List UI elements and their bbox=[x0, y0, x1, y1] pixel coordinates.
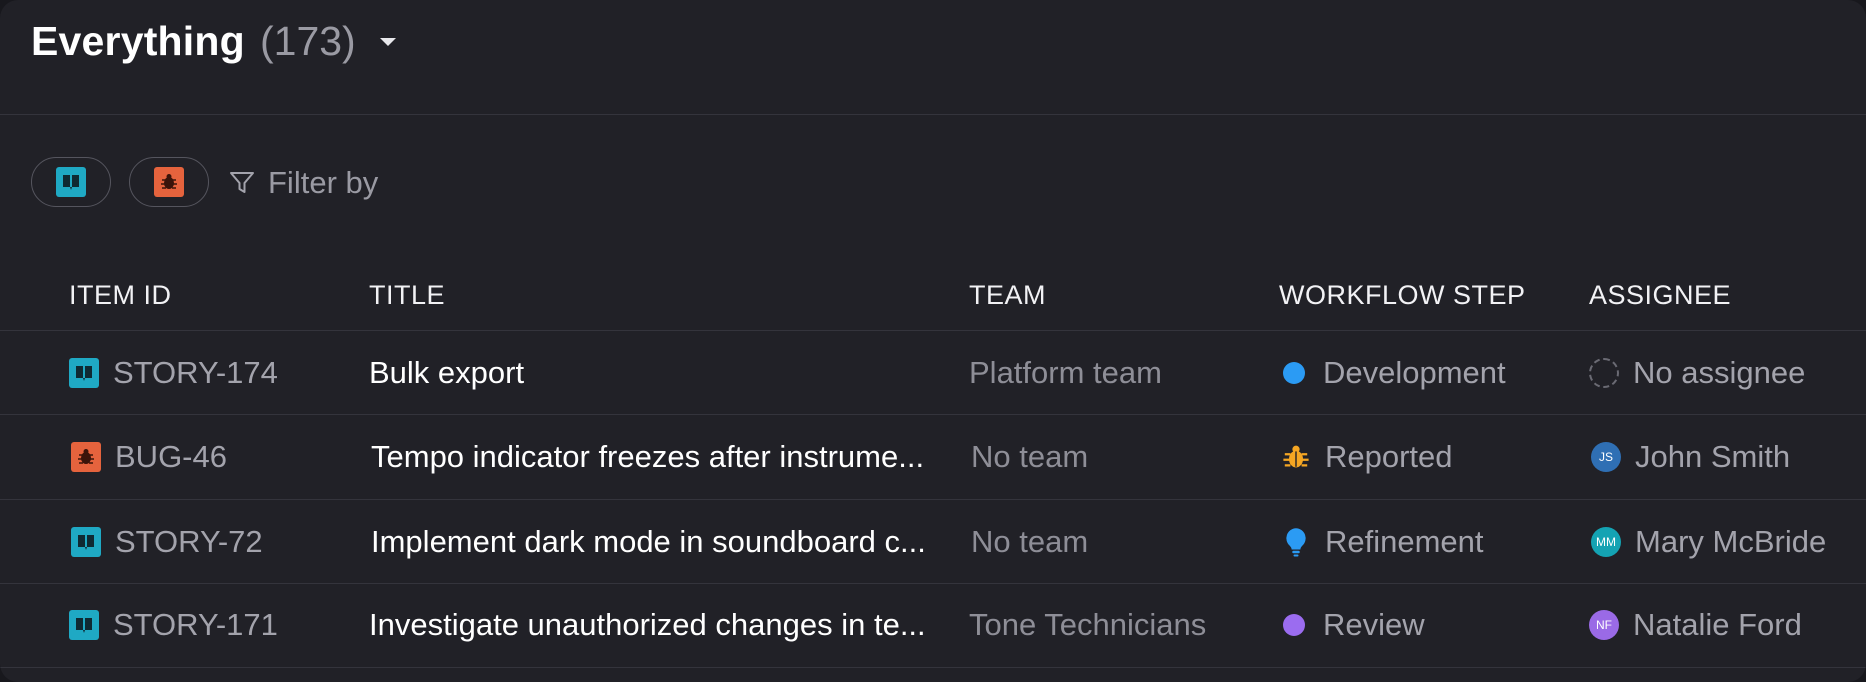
status-dot-icon bbox=[1283, 362, 1305, 384]
story-type-filter-chip[interactable] bbox=[31, 157, 111, 207]
filter-icon bbox=[230, 172, 254, 193]
item-id[interactable]: STORY-174 bbox=[113, 355, 278, 391]
bug-icon bbox=[1281, 442, 1311, 472]
avatar: JS bbox=[1591, 442, 1621, 472]
table-row[interactable]: STORY-171 Investigate unauthorized chang… bbox=[0, 583, 1866, 667]
table-row[interactable]: STORY-72 Implement dark mode in soundboa… bbox=[0, 500, 1866, 584]
bug-type-filter-chip[interactable] bbox=[129, 157, 209, 207]
column-header-assignee[interactable]: ASSIGNEE bbox=[1589, 280, 1731, 311]
item-team: No team bbox=[971, 439, 1089, 474]
divider bbox=[0, 667, 1866, 668]
column-header-title[interactable]: TITLE bbox=[369, 280, 445, 311]
item-title[interactable]: Tempo indicator freezes after instrume..… bbox=[371, 415, 924, 499]
panel-header: Everything (173) bbox=[0, 0, 1866, 115]
story-icon bbox=[69, 610, 99, 640]
workflow-step: Reported bbox=[1325, 439, 1453, 474]
assignee-name[interactable]: John Smith bbox=[1635, 439, 1790, 475]
story-icon bbox=[56, 167, 86, 197]
bug-icon bbox=[154, 167, 184, 197]
assignee-name[interactable]: No assignee bbox=[1633, 355, 1805, 391]
column-header-item-id[interactable]: ITEM ID bbox=[69, 280, 172, 311]
item-title[interactable]: Implement dark mode in soundboard c... bbox=[371, 500, 926, 584]
filter-by-button[interactable]: Filter by bbox=[228, 165, 378, 201]
column-header-workflow-step[interactable]: WORKFLOW STEP bbox=[1279, 280, 1526, 311]
filter-by-label: Filter by bbox=[268, 165, 379, 200]
item-count: (173) bbox=[260, 18, 356, 64]
bug-icon bbox=[71, 442, 101, 472]
item-id[interactable]: STORY-72 bbox=[115, 524, 263, 560]
status-dot-icon bbox=[1283, 614, 1305, 636]
view-title: Everything bbox=[31, 18, 245, 64]
assignee-name[interactable]: Natalie Ford bbox=[1633, 607, 1802, 643]
work-items-panel: Everything (173) Filter by ITEM ID TITLE… bbox=[0, 0, 1866, 682]
assignee-name[interactable]: Mary McBride bbox=[1635, 524, 1826, 560]
story-icon bbox=[69, 358, 99, 388]
lightbulb-icon bbox=[1281, 527, 1311, 557]
workflow-step: Refinement bbox=[1325, 524, 1484, 559]
item-title[interactable]: Bulk export bbox=[369, 331, 524, 415]
avatar: MM bbox=[1591, 527, 1621, 557]
story-icon bbox=[71, 527, 101, 557]
avatar: NF bbox=[1589, 610, 1619, 640]
item-team: No team bbox=[971, 524, 1089, 559]
item-team: Tone Technicians bbox=[969, 607, 1207, 642]
item-team: Platform team bbox=[969, 355, 1162, 390]
workflow-step: Development bbox=[1323, 355, 1506, 390]
workflow-step: Review bbox=[1323, 607, 1425, 642]
item-id[interactable]: STORY-171 bbox=[113, 607, 278, 643]
column-header-team[interactable]: TEAM bbox=[969, 280, 1046, 311]
view-dropdown-caret-icon[interactable] bbox=[380, 38, 396, 46]
no-assignee-icon bbox=[1589, 358, 1619, 388]
table-row[interactable]: BUG-46 Tempo indicator freezes after ins… bbox=[0, 415, 1866, 499]
item-title[interactable]: Investigate unauthorized changes in te..… bbox=[369, 583, 926, 667]
table-row[interactable]: STORY-174 Bulk export Platform team Deve… bbox=[0, 331, 1866, 415]
item-id[interactable]: BUG-46 bbox=[115, 439, 227, 475]
